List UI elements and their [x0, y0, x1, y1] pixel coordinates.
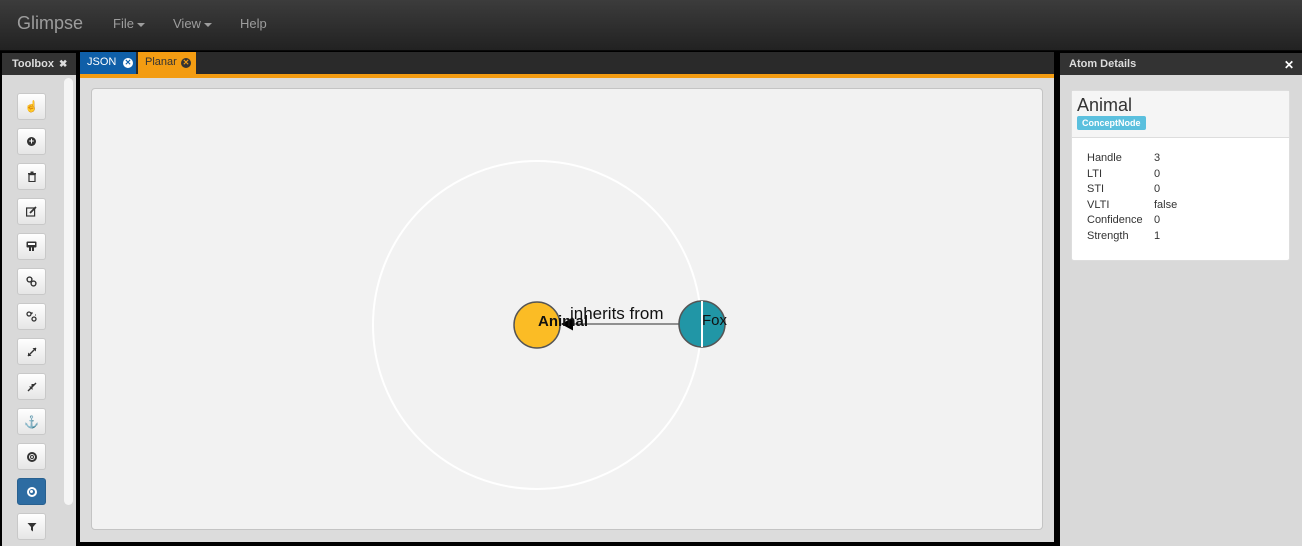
tool-link-button[interactable]: [17, 268, 46, 295]
atom-card: Animal ConceptNode Handle 3 LTI 0 STI 0 VLT…: [1071, 90, 1290, 261]
property-value: false: [1154, 198, 1178, 211]
property-row: Handle 3: [1087, 152, 1267, 168]
focus-icon: [26, 486, 37, 497]
add-circle-icon: +: [27, 136, 36, 146]
toolbox-panel: Toolbox ✖ ☝ + ⚓: [2, 53, 76, 546]
tool-add-node-button[interactable]: +: [17, 128, 46, 155]
node-fox-label: Fox: [702, 312, 728, 329]
chevron-down-icon: [203, 22, 212, 27]
toolbox-scrollbar[interactable]: [64, 78, 73, 505]
property-key: Confidence: [1087, 214, 1143, 227]
property-value: 0: [1154, 183, 1161, 196]
tool-anchor-button[interactable]: ⚓: [17, 408, 46, 435]
property-key: LTI: [1087, 167, 1103, 180]
close-icon[interactable]: ✖: [59, 59, 67, 70]
top-navbar: Glimpse File View Help: [0, 0, 1302, 51]
atom-name: Animal: [1077, 95, 1133, 115]
filter-icon: [27, 522, 36, 531]
property-row: Confidence 0: [1087, 214, 1267, 230]
tool-filter-button[interactable]: [17, 513, 46, 540]
expand-icon: [27, 347, 36, 356]
graph-svg[interactable]: Animal Fox inherits from: [91, 88, 1043, 530]
tab-planar-label: Planar: [145, 56, 177, 68]
atom-details-title: Atom Details: [1069, 58, 1137, 70]
close-icon[interactable]: ✕: [123, 58, 133, 68]
close-icon[interactable]: ✕: [1284, 54, 1294, 76]
tool-expand-button[interactable]: [17, 338, 46, 365]
tab-json-label: JSON: [87, 56, 117, 68]
atom-details-header: Atom Details ✕: [1060, 53, 1302, 75]
tab-planar[interactable]: Planar ✕: [138, 52, 196, 74]
hand-pointer-icon: ☝: [24, 101, 39, 113]
edit-icon: [26, 206, 37, 217]
tool-unlink-button[interactable]: [17, 303, 46, 330]
property-value: 0: [1154, 214, 1161, 227]
toolbox-title: Toolbox: [12, 58, 54, 70]
property-key: Handle: [1087, 152, 1122, 164]
chevron-down-icon: [136, 22, 145, 27]
tab-bar: JSON ✕ Planar ✕: [80, 52, 1054, 74]
property-key: VLTI: [1087, 198, 1110, 211]
atom-properties: Handle 3 LTI 0 STI 0 VLTI false Confidence 0 …: [1087, 152, 1267, 246]
tab-json[interactable]: JSON ✕: [80, 52, 136, 74]
tool-collapse-button[interactable]: [17, 373, 46, 400]
tool-merge-button[interactable]: [17, 233, 46, 260]
tool-delete-button[interactable]: [17, 163, 46, 190]
anchor-icon: ⚓: [24, 414, 39, 429]
menu-help[interactable]: Help: [240, 16, 267, 31]
menu-file[interactable]: File: [113, 16, 145, 31]
edge-label: inherits from: [570, 304, 664, 323]
property-value: 0: [1154, 167, 1161, 180]
collapse-icon: [27, 382, 36, 391]
tool-target-button[interactable]: [17, 443, 46, 470]
unlink-icon: [26, 311, 37, 322]
trash-icon: [27, 171, 36, 182]
link-icon: [26, 276, 37, 287]
property-value: 1: [1154, 229, 1161, 242]
property-value: 3: [1154, 152, 1161, 164]
property-row: Strength 1: [1087, 230, 1267, 246]
property-key: Strength: [1087, 229, 1129, 242]
atom-type-badge: ConceptNode: [1077, 116, 1146, 130]
tool-edit-button[interactable]: [17, 198, 46, 225]
atom-details-panel: Atom Details ✕ Animal ConceptNode Handle…: [1060, 53, 1302, 546]
property-row: LTI 0: [1087, 168, 1267, 184]
menu-view[interactable]: View: [173, 16, 212, 31]
graph-canvas[interactable]: Animal Fox inherits from: [91, 88, 1043, 530]
merge-icon: [26, 241, 37, 251]
target-icon: [26, 451, 37, 462]
close-icon[interactable]: ✕: [181, 58, 191, 68]
property-key: STI: [1087, 183, 1105, 196]
tool-select-button[interactable]: ☝: [17, 93, 46, 120]
tool-focus-button[interactable]: [17, 478, 46, 505]
property-row: STI 0: [1087, 183, 1267, 199]
toolbox-header: Toolbox ✖: [2, 53, 76, 75]
property-row: VLTI false: [1087, 199, 1267, 215]
app-brand[interactable]: Glimpse: [17, 13, 83, 34]
atom-card-header: Animal ConceptNode: [1072, 91, 1289, 138]
